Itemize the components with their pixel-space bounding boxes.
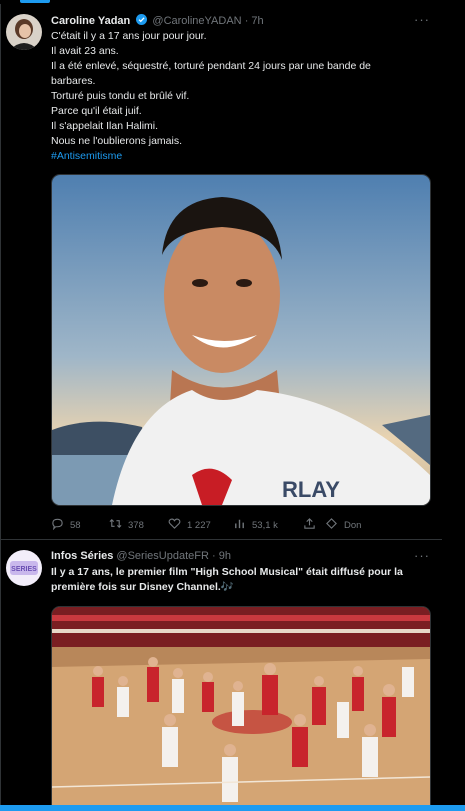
share-icon [303, 517, 316, 533]
avatar-text: SERIES [11, 566, 37, 573]
retweet-button[interactable]: 378 [109, 517, 144, 533]
author-handle[interactable]: @CarolineYADAN [152, 15, 241, 27]
like-count: 1 227 [187, 519, 211, 531]
retweet-count: 378 [128, 519, 144, 531]
tweet[interactable]: SERIES Infos Séries @SeriesUpdateFR · 9h… [1, 540, 442, 807]
tweet-line: première fois sur Disney Channel.🎶 [51, 581, 234, 593]
tweet-photo[interactable]: RLAY [51, 174, 431, 506]
timestamp[interactable]: 7h [251, 15, 263, 27]
tweet-line: C'était il y a 17 ans jour pour jour. [51, 30, 207, 42]
retweet-icon [109, 517, 122, 533]
tweet-line: Nous ne l'oublierons jamais. [51, 135, 182, 147]
donate-icon [325, 517, 338, 533]
tweet-line: Il y a 17 ans, le premier film "High Sch… [51, 566, 403, 578]
bottom-banner [0, 805, 465, 811]
active-tab-indicator [20, 0, 50, 3]
scrollbar[interactable] [443, 4, 465, 807]
timestamp[interactable]: 9h [219, 550, 231, 562]
reply-icon [51, 517, 64, 533]
tweet-line: Il avait 23 ans. [51, 45, 119, 57]
analytics-icon [233, 517, 246, 533]
tweet-line: Il s'appelait Ilan Halimi. [51, 120, 159, 132]
reply-button[interactable]: 58 [51, 517, 81, 533]
avatar[interactable] [6, 14, 42, 50]
author-name[interactable]: Infos Séries [51, 550, 113, 562]
like-button[interactable]: 1 227 [168, 517, 211, 533]
separator: · [211, 550, 216, 562]
donate-button[interactable]: Don [325, 517, 361, 533]
verified-badge-icon [136, 14, 148, 25]
tweet-line: barbares. [51, 75, 96, 87]
tweet-line: Parce qu'il était juif. [51, 105, 142, 117]
tweet-video[interactable] [51, 606, 431, 807]
tweet-text: Il y a 17 ans, le premier film "High Sch… [51, 565, 431, 595]
separator: · [244, 15, 249, 27]
tweet-text: C'était il y a 17 ans jour pour jour. Il… [51, 29, 431, 164]
hashtag-link[interactable]: #Antisemitisme [51, 149, 431, 164]
author-name[interactable]: Caroline Yadan [51, 15, 130, 27]
view-count: 53,1 k [252, 519, 278, 531]
more-options-icon[interactable]: ··· [414, 12, 430, 27]
heart-icon [168, 517, 181, 533]
tweet[interactable]: Caroline Yadan @CarolineYADAN · 7h ··· C… [1, 4, 442, 540]
reply-count: 58 [70, 519, 81, 531]
tweet-line: Il a été enlevé, séquestré, torturé pend… [51, 60, 371, 72]
more-options-icon[interactable]: ··· [414, 548, 430, 563]
donate-label: Don [344, 519, 362, 531]
tweet-actions: 58 378 1 227 53,1 k Don [51, 517, 431, 533]
share-button[interactable] [303, 517, 316, 533]
avatar[interactable]: SERIES [6, 550, 42, 586]
author-handle[interactable]: @SeriesUpdateFR [116, 550, 208, 562]
timeline-feed[interactable]: Caroline Yadan @CarolineYADAN · 7h ··· C… [0, 4, 444, 807]
svg-text:RLAY: RLAY [282, 477, 340, 502]
tweet-line: Torturé puis tondu et brûlé vif. [51, 90, 190, 102]
views-button[interactable]: 53,1 k [233, 517, 278, 533]
